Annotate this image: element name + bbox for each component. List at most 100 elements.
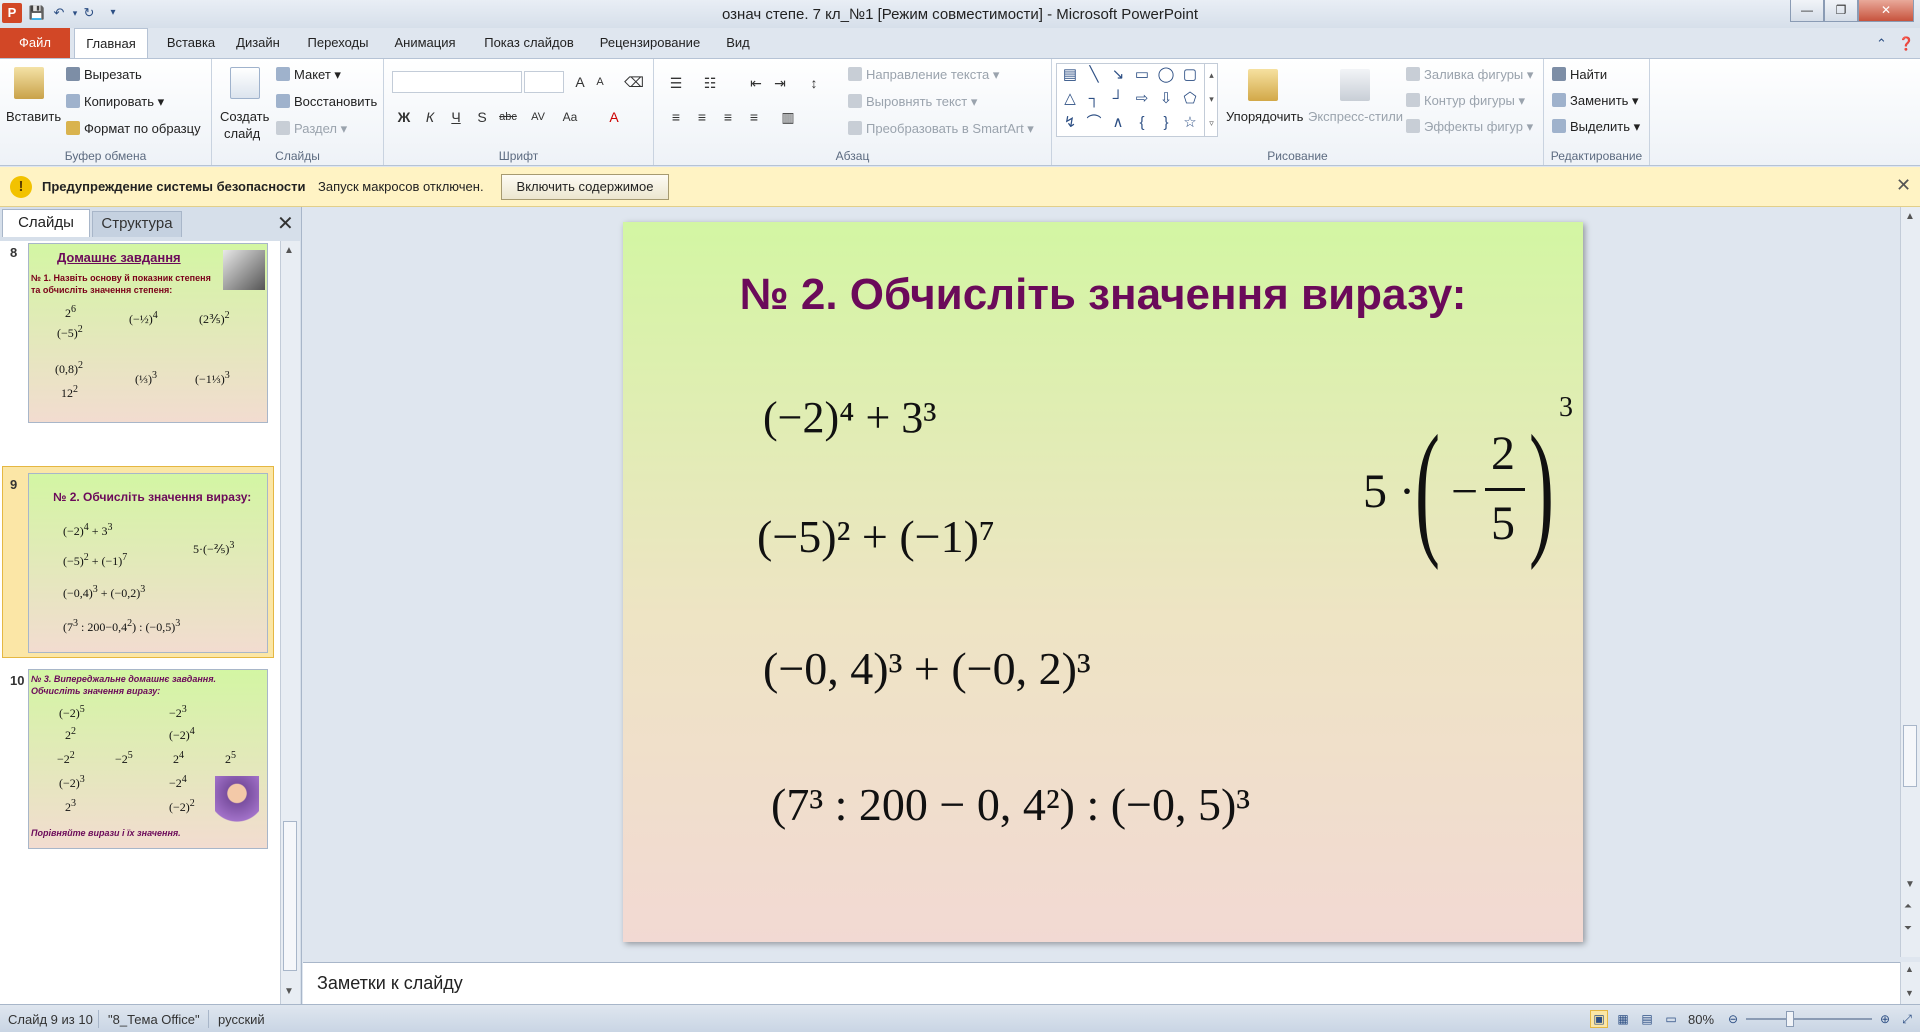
shape-outline-button[interactable]: Контур фигуры ▾ bbox=[1406, 93, 1525, 109]
scroll-down-icon[interactable]: ▼ bbox=[1905, 988, 1914, 998]
elbow-connector-shape-icon[interactable]: ┐ bbox=[1084, 89, 1104, 109]
tab-view[interactable]: Вид bbox=[718, 28, 758, 58]
expression-2[interactable]: (−5)² + (−1)⁷ bbox=[757, 510, 995, 563]
enable-content-button[interactable]: Включить содержимое bbox=[501, 174, 669, 200]
textbox-shape-icon[interactable]: ▤ bbox=[1060, 65, 1080, 85]
notes-placeholder[interactable]: Заметки к слайду bbox=[317, 973, 463, 994]
gallery-scroll-icon[interactable]: ▴ ▾ ▿ bbox=[1204, 63, 1218, 137]
scroll-thumb[interactable] bbox=[283, 821, 297, 971]
maximize-button[interactable]: ❐ bbox=[1824, 0, 1858, 22]
previous-slide-icon[interactable]: ⏶ bbox=[1904, 901, 1912, 912]
new-slide-icon[interactable] bbox=[230, 67, 260, 99]
minimize-button[interactable]: — bbox=[1790, 0, 1824, 22]
tab-home[interactable]: Главная bbox=[74, 28, 148, 58]
language-indicator[interactable]: русский bbox=[218, 1012, 265, 1027]
scroll-up-icon[interactable]: ▲ bbox=[284, 245, 294, 256]
tab-design[interactable]: Дизайн bbox=[230, 28, 286, 58]
tab-insert[interactable]: Вставка bbox=[156, 28, 226, 58]
close-window-button[interactable]: ✕ bbox=[1858, 0, 1914, 22]
italic-icon[interactable]: К bbox=[420, 107, 440, 127]
quick-styles-icon[interactable] bbox=[1340, 69, 1370, 101]
line-spacing-icon[interactable]: ↕ bbox=[804, 73, 824, 93]
bullets-icon[interactable]: ☰ bbox=[666, 73, 686, 93]
decrease-indent-icon[interactable]: ⇤ bbox=[746, 73, 766, 93]
notes-scrollbar[interactable]: ▲ ▼ bbox=[1900, 962, 1920, 1004]
tab-slides[interactable]: Слайды bbox=[2, 209, 90, 237]
quick-styles-button[interactable]: Экспресс-стили bbox=[1308, 109, 1403, 124]
text-direction-button[interactable]: Направление текста ▾ bbox=[848, 67, 999, 83]
slide-thumbnail-8[interactable]: Домашнє завдання № 1. Назвіть основу й п… bbox=[28, 243, 268, 423]
grow-font-icon[interactable]: A bbox=[570, 72, 590, 92]
scroll-down-icon[interactable]: ▼ bbox=[1905, 879, 1915, 890]
elbow-arrow-shape-icon[interactable]: ┘ bbox=[1108, 89, 1128, 109]
tab-review[interactable]: Рецензирование bbox=[592, 28, 708, 58]
spacing-icon[interactable]: AV bbox=[528, 107, 548, 127]
font-size-combo[interactable] bbox=[524, 71, 564, 93]
rectangle-shape-icon[interactable]: ▭ bbox=[1132, 65, 1152, 85]
scroll-down-icon[interactable]: ▼ bbox=[284, 986, 294, 997]
rounded-rect-shape-icon[interactable]: ▢ bbox=[1180, 65, 1200, 85]
star-shape-icon[interactable]: ☆ bbox=[1180, 113, 1200, 133]
tab-file[interactable]: Файл bbox=[0, 28, 70, 58]
slide-title[interactable]: № 2. Обчисліть значення виразу: bbox=[623, 270, 1583, 320]
shadow-icon[interactable]: S bbox=[472, 107, 492, 127]
arc-shape-icon[interactable]: ⌒ bbox=[1084, 113, 1104, 133]
reading-view-icon[interactable]: ▤ bbox=[1638, 1010, 1656, 1028]
numbering-icon[interactable]: ☷ bbox=[700, 73, 720, 93]
close-icon[interactable]: ✕ bbox=[1896, 175, 1911, 196]
normal-view-icon[interactable]: ▣ bbox=[1590, 1010, 1608, 1028]
right-brace-shape-icon[interactable]: } bbox=[1156, 113, 1176, 133]
align-text-button[interactable]: Выровнять текст ▾ bbox=[848, 94, 977, 110]
paste-icon[interactable] bbox=[14, 67, 44, 99]
slideshow-view-icon[interactable]: ▭ bbox=[1662, 1010, 1680, 1028]
expression-1[interactable]: (−2)⁴ + 3³ bbox=[763, 392, 936, 443]
align-right-icon[interactable]: ≡ bbox=[718, 107, 738, 127]
expression-5[interactable]: 5 · ( − 2 5 ) 3 bbox=[1363, 392, 1573, 572]
tab-slideshow[interactable]: Показ слайдов bbox=[474, 28, 584, 58]
arrange-icon[interactable] bbox=[1248, 69, 1278, 101]
align-center-icon[interactable]: ≡ bbox=[692, 107, 712, 127]
tab-transitions[interactable]: Переходы bbox=[298, 28, 378, 58]
clear-format-icon[interactable]: ⌫ bbox=[624, 72, 644, 92]
zoom-in-icon[interactable]: ⊕ bbox=[1876, 1010, 1894, 1028]
curve-shape-icon[interactable]: ↯ bbox=[1060, 113, 1080, 133]
shrink-font-icon[interactable]: A bbox=[590, 72, 610, 92]
help-icon[interactable]: ❓ bbox=[1898, 36, 1914, 52]
font-color-icon[interactable]: A bbox=[604, 107, 624, 127]
collapse-ribbon-icon[interactable]: ⌃ bbox=[1876, 36, 1887, 52]
slide-thumbnail-9[interactable]: № 2. Обчисліть значення виразу: (−2)4 + … bbox=[28, 473, 268, 653]
reset-button[interactable]: Восстановить bbox=[276, 94, 377, 109]
underline-icon[interactable]: Ч bbox=[446, 107, 466, 127]
smartart-button[interactable]: Преобразовать в SmartArt ▾ bbox=[848, 121, 1034, 137]
fit-to-window-icon[interactable]: ⤢ bbox=[1898, 1010, 1916, 1028]
change-case-icon[interactable]: Aa bbox=[560, 107, 580, 127]
strikethrough-icon[interactable]: abc bbox=[498, 107, 518, 127]
columns-icon[interactable]: ▥ bbox=[778, 107, 798, 127]
close-panel-icon[interactable]: ✕ bbox=[277, 211, 294, 236]
align-left-icon[interactable]: ≡ bbox=[666, 107, 686, 127]
zoom-level[interactable]: 80% bbox=[1688, 1012, 1714, 1027]
next-slide-icon[interactable]: ⏷ bbox=[1904, 923, 1912, 934]
tab-animation[interactable]: Анимация bbox=[386, 28, 464, 58]
arrange-button[interactable]: Упорядочить bbox=[1226, 109, 1303, 124]
cut-button[interactable]: Вырезать bbox=[66, 67, 142, 82]
select-button[interactable]: Выделить ▾ bbox=[1552, 119, 1640, 135]
shape-fill-button[interactable]: Заливка фигуры ▾ bbox=[1406, 67, 1533, 83]
format-painter-button[interactable]: Формат по образцу bbox=[66, 121, 201, 136]
expression-4[interactable]: (7³ : 200 − 0, 4²) : (−0, 5)³ bbox=[771, 778, 1250, 831]
line-shape-icon[interactable]: ╲ bbox=[1084, 65, 1104, 85]
font-family-combo[interactable] bbox=[392, 71, 522, 93]
editor-scrollbar[interactable]: ▲ ▼ ⏶ ⏷ bbox=[1900, 207, 1920, 957]
thumbnail-scrollbar[interactable]: ▲ ▼ bbox=[280, 241, 300, 1004]
section-button[interactable]: Раздел ▾ bbox=[276, 121, 347, 137]
oval-shape-icon[interactable]: ◯ bbox=[1156, 65, 1176, 85]
increase-indent-icon[interactable]: ⇥ bbox=[770, 73, 790, 93]
find-button[interactable]: Найти bbox=[1552, 67, 1607, 82]
expression-3[interactable]: (−0, 4)³ + (−0, 2)³ bbox=[763, 642, 1091, 695]
shape-effects-button[interactable]: Эффекты фигур ▾ bbox=[1406, 119, 1533, 135]
current-slide[interactable]: № 2. Обчисліть значення виразу: (−2)⁴ + … bbox=[623, 222, 1583, 942]
slide-sorter-view-icon[interactable]: ▦ bbox=[1614, 1010, 1632, 1028]
pentagon-shape-icon[interactable]: ⬠ bbox=[1180, 89, 1200, 109]
zoom-slider-handle[interactable] bbox=[1786, 1011, 1794, 1027]
scroll-up-icon[interactable]: ▲ bbox=[1905, 964, 1914, 974]
